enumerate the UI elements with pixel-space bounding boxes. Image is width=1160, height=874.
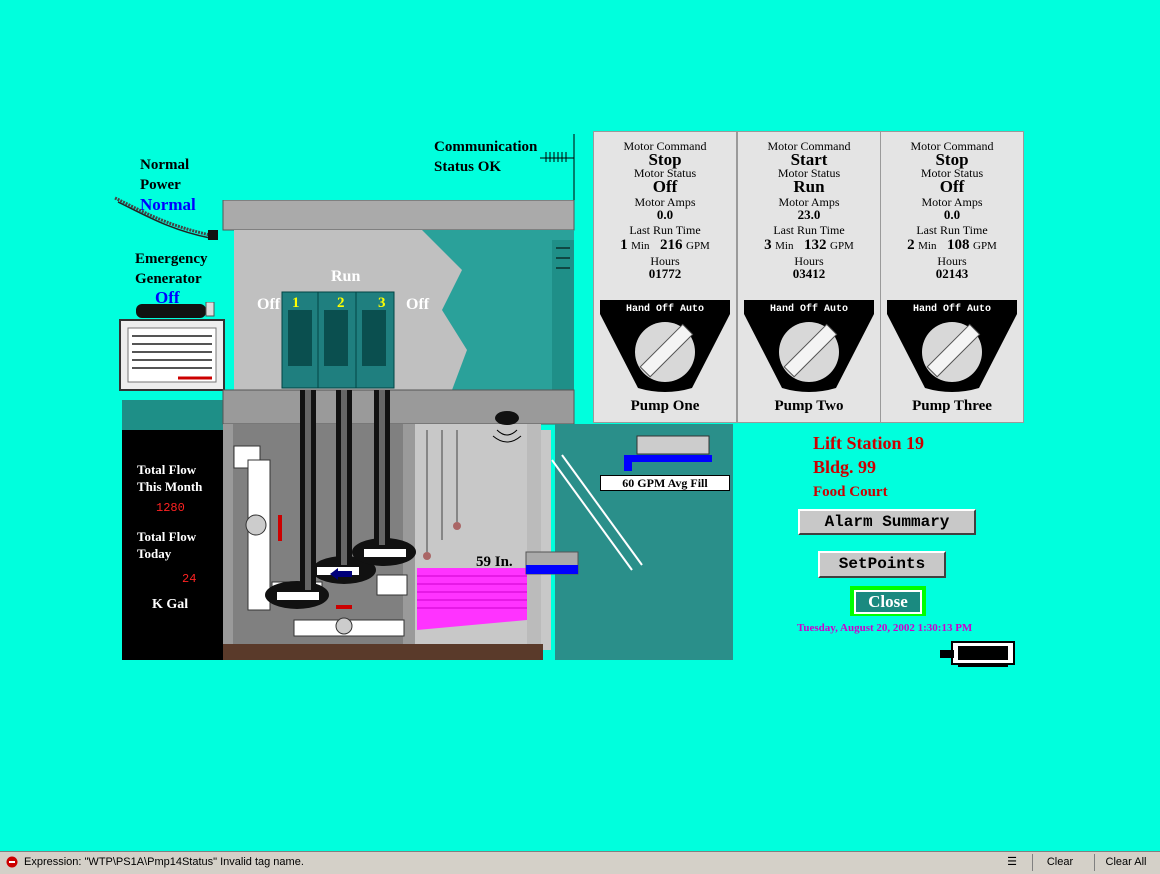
- motor-command-value: Start: [790, 150, 828, 169]
- motor-status-value: Run: [793, 177, 825, 196]
- pump-1-number: 1: [292, 295, 300, 311]
- hand-off-auto-switch[interactable]: Hand Off Auto: [600, 300, 730, 392]
- datetime-display: Tuesday, August 20, 2002 1:30:13 PM: [797, 622, 973, 634]
- pump-panel-3: Motor Command Stop Motor Status Off Moto…: [880, 131, 1024, 423]
- alarm-summary-button[interactable]: Alarm Summary: [798, 509, 976, 535]
- station-title: Lift Station 19: [813, 433, 925, 453]
- motor-amps-value: 23.0: [797, 207, 821, 222]
- close-button[interactable]: Close: [854, 590, 922, 614]
- pump-panel-2: Motor Command Start Motor Status Run Mot…: [737, 131, 881, 423]
- wetwell-level: 59 In.: [476, 554, 513, 570]
- flow-totals-panel: Total Flow This Month 1280 Total Flow To…: [124, 431, 220, 659]
- last-runtime-label: Last Run Time: [629, 223, 701, 237]
- hand-off-auto-switch[interactable]: Hand Off Auto: [887, 300, 1017, 392]
- runtime-gpm: 216: [660, 237, 683, 253]
- minutes-unit: Min: [775, 240, 794, 252]
- today-flow-value: 24: [182, 572, 197, 586]
- month-flow-value: 1280: [156, 501, 185, 515]
- minutes-unit: Min: [631, 240, 650, 252]
- communication-label: Communication: [434, 139, 538, 155]
- runtime-minutes: 1: [620, 237, 628, 253]
- pump-run-label: Run: [331, 268, 361, 285]
- pump-name: Pump One: [630, 398, 700, 414]
- month-flow-label-2: This Month: [137, 479, 203, 494]
- clear-all-button[interactable]: Clear All: [1094, 854, 1157, 871]
- pump-2-number: 2: [337, 295, 345, 311]
- hours-value: 01772: [648, 266, 682, 281]
- hoa-labels: Hand Off Auto: [913, 303, 991, 315]
- station-location: Food Court: [813, 484, 888, 500]
- close-button-frame: Close: [850, 586, 926, 616]
- runtime-row: 1 Min 216 GPM: [594, 236, 736, 255]
- gpm-unit: GPM: [830, 240, 854, 252]
- clear-button[interactable]: Clear: [1032, 854, 1087, 871]
- pump-panel-1: Motor Command Stop Motor Status Off Moto…: [593, 131, 737, 423]
- motor-command-value: Stop: [648, 150, 682, 169]
- status-message: Expression: "WTP\PS1A\Pmp14Status" Inval…: [24, 856, 304, 868]
- pump-name: Pump Two: [774, 398, 844, 414]
- pump-3-number: 3: [378, 295, 386, 311]
- scada-screen: Normal Power Normal Emergency Generator …: [0, 0, 1160, 851]
- runtime-gpm: 132: [804, 237, 827, 253]
- runtime-minutes: 2: [907, 237, 915, 253]
- runtime-minutes: 3: [764, 237, 772, 253]
- gpm-unit: GPM: [686, 240, 710, 252]
- hoa-labels: Hand Off Auto: [626, 303, 704, 315]
- today-flow-label-1: Total Flow: [137, 529, 197, 544]
- flow-units: K Gal: [152, 597, 189, 612]
- communication-status: Status OK: [434, 159, 502, 175]
- pump-3-state-label: Off: [406, 296, 430, 313]
- runtime-gpm: 108: [947, 237, 970, 253]
- error-stop-icon: [6, 856, 18, 868]
- station-building: Bldg. 99: [813, 457, 877, 477]
- normal-power-label-1: Normal: [140, 157, 190, 173]
- pump-1-state-label: Off: [257, 296, 281, 313]
- status-bar: Expression: "WTP\PS1A\Pmp14Status" Inval…: [0, 851, 1160, 874]
- motor-status-value: Off: [652, 177, 678, 196]
- pump-name: Pump Three: [912, 398, 992, 414]
- today-flow-label-2: Today: [137, 546, 172, 561]
- runtime-row: 2 Min 108 GPM: [881, 236, 1023, 255]
- rtu-device-icon: [940, 641, 1015, 667]
- fill-rate-display: 60 GPM Avg Fill: [600, 475, 730, 491]
- runtime-row: 3 Min 132 GPM: [738, 236, 880, 255]
- motor-status-value: Off: [939, 177, 965, 196]
- list-icon[interactable]: ☰: [1003, 854, 1021, 871]
- hours-value: 03412: [792, 266, 826, 281]
- hours-value: 02143: [935, 266, 969, 281]
- last-runtime-label: Last Run Time: [916, 223, 988, 237]
- last-runtime-label: Last Run Time: [773, 223, 845, 237]
- motor-amps-value: 0.0: [943, 207, 961, 222]
- minutes-unit: Min: [918, 240, 937, 252]
- hand-off-auto-switch[interactable]: Hand Off Auto: [744, 300, 874, 392]
- month-flow-label-1: Total Flow: [137, 462, 197, 477]
- setpoints-button[interactable]: SetPoints: [818, 551, 946, 578]
- hoa-labels: Hand Off Auto: [770, 303, 848, 315]
- gpm-unit: GPM: [973, 240, 997, 252]
- motor-amps-value: 0.0: [656, 207, 674, 222]
- motor-command-value: Stop: [935, 150, 969, 169]
